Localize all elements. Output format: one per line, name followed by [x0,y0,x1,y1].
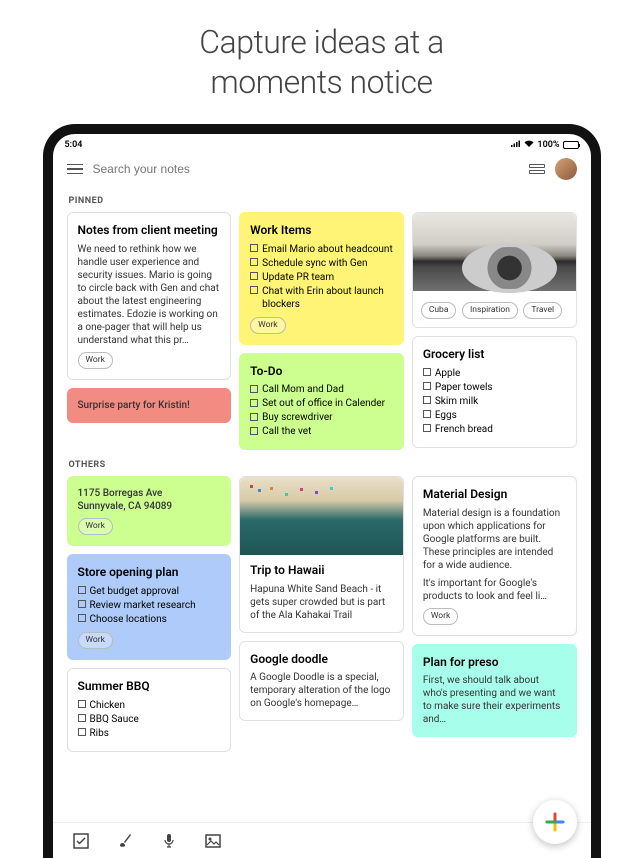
note-title: To-Do [250,364,393,380]
checkbox-icon[interactable] [423,382,431,390]
note-client-meeting[interactable]: Notes from client meeting We need to ret… [67,212,232,380]
layout-toggle-icon[interactable] [529,164,545,174]
menu-icon[interactable] [67,164,83,175]
status-bar: 5:04 100% [53,134,591,152]
note-body: Hapuna White Sand Beach - it gets super … [250,583,393,622]
checkbox-icon[interactable] [78,700,86,708]
chip-travel: Travel [523,302,562,319]
checkbox-icon[interactable] [423,424,431,432]
checkbox-icon[interactable] [250,272,258,280]
checkbox-icon[interactable] [250,244,258,252]
section-pinned-label: PINNED [69,196,577,206]
checkbox-icon[interactable] [250,399,258,407]
wifi-icon [524,140,534,151]
checkbox-icon[interactable] [423,396,431,404]
note-summer-bbq[interactable]: Summer BBQ Chicken BBQ Sauce Ribs [67,668,232,752]
note-title: Trip to Hawaii [250,563,393,579]
note-body: First, we should talk about who's presen… [423,674,566,726]
note-google-doodle[interactable]: Google doodle A Google Doodle is a speci… [239,641,404,722]
promo-headline: Capture ideas at amoments notice [199,22,443,102]
note-todo[interactable]: To-Do Call Mom and Dad Set out of office… [239,353,404,451]
brush-tool-icon[interactable] [117,833,133,849]
note-surprise-party[interactable]: Surprise party for Kristin! [67,388,232,423]
chip-work: Work [78,518,113,535]
note-body: Material design is a foundation upon whi… [423,507,566,603]
note-body: We need to rethink how we handle user ex… [78,243,221,347]
cellular-icon [511,140,521,151]
checkbox-icon[interactable] [78,600,86,608]
note-title: Plan for preso [423,655,566,671]
note-work-items[interactable]: Work Items Email Mario about headcount S… [239,212,404,345]
note-body: A Google Doodle is a special, temporary … [250,671,393,710]
note-car-photo[interactable]: Cuba Inspiration Travel [412,212,577,328]
bottom-toolbar [53,822,591,858]
checklist: Call Mom and Dad Set out of office in Ca… [250,383,393,438]
car-image [413,213,576,291]
note-grocery[interactable]: Grocery list Apple Paper towels Skim mil… [412,336,577,448]
avatar[interactable] [555,158,577,180]
note-title: Surprise party for Kristin! [78,399,221,412]
note-title: Store opening plan [78,565,221,581]
checkbox-icon[interactable] [250,286,258,294]
new-note-fab[interactable] [533,800,577,844]
checkbox-tool-icon[interactable] [73,833,89,849]
chip-work: Work [250,317,285,334]
chip-work: Work [78,352,113,369]
checkbox-icon[interactable] [78,586,86,594]
checkbox-icon[interactable] [250,413,258,421]
checklist: Get budget approval Review market resear… [78,585,221,626]
battery-percent: 100% [537,140,559,150]
section-others-label: OTHERS [69,460,577,470]
checkbox-icon[interactable] [423,410,431,418]
checkbox-icon[interactable] [250,385,258,393]
tablet-frame: 5:04 100% PINNED Notes from client meeti… [43,124,601,858]
chip-work: Work [78,632,113,649]
checkbox-icon[interactable] [423,368,431,376]
note-material-design[interactable]: Material Design Material design is a fou… [412,476,577,636]
checklist: Chicken BBQ Sauce Ribs [78,699,221,740]
checkbox-icon[interactable] [78,728,86,736]
note-hawaii[interactable]: Trip to Hawaii Hapuna White Sand Beach -… [239,476,404,633]
image-tool-icon[interactable] [205,833,221,849]
checkbox-icon[interactable] [250,258,258,266]
chip-inspiration: Inspiration [462,302,518,319]
top-bar [53,152,591,186]
mic-tool-icon[interactable] [161,833,177,849]
note-plan-preso[interactable]: Plan for preso First, we should talk abo… [412,644,577,738]
note-title: Summer BBQ [78,679,221,695]
checklist: Email Mario about headcount Schedule syn… [250,243,393,311]
note-store-plan[interactable]: Store opening plan Get budget approval R… [67,554,232,660]
checkbox-icon[interactable] [78,714,86,722]
note-title: Grocery list [423,347,566,363]
search-input[interactable] [93,162,519,176]
note-title: Notes from client meeting [78,223,221,239]
chip-work: Work [423,608,458,625]
address-line2: Sunnyvale, CA 94089 [78,500,221,513]
note-address[interactable]: 1175 Borregas Ave Sunnyvale, CA 94089 Wo… [67,476,232,546]
address-line1: 1175 Borregas Ave [78,487,221,500]
beach-image [240,477,403,555]
chip-cuba: Cuba [421,302,457,319]
note-title: Material Design [423,487,566,503]
checkbox-icon[interactable] [78,614,86,622]
status-time: 5:04 [65,140,83,150]
note-title: Google doodle [250,652,393,668]
checklist: Apple Paper towels Skim milk Eggs French… [423,367,566,436]
battery-icon [563,141,579,149]
note-title: Work Items [250,223,393,239]
plus-icon [545,812,565,832]
checkbox-icon[interactable] [250,427,258,435]
